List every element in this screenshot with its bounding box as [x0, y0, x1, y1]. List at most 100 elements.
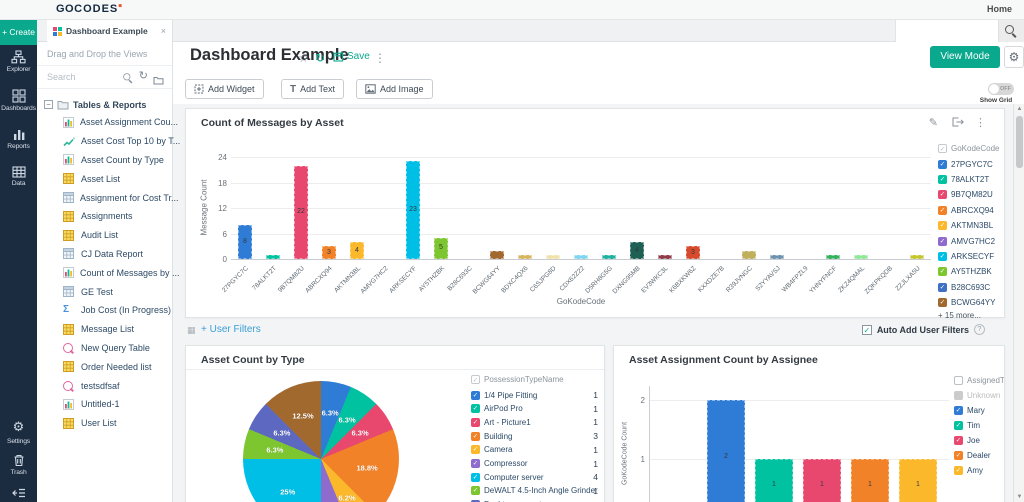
legend-color-checkbox[interactable]: ✓ [471, 404, 480, 413]
legend-item-b28c693c[interactable]: ✓B28C693C [938, 281, 990, 293]
bar-R39JVNGC[interactable] [742, 251, 756, 260]
favorite-star-icon[interactable]: ☆ [298, 51, 309, 65]
sidebar-item-assignment-for-cost-tr[interactable]: Assignment for Cost Tr... [37, 188, 172, 207]
legend-color-checkbox[interactable]: ✓ [471, 459, 480, 468]
legend-color-checkbox[interactable]: ✓ [938, 206, 947, 215]
auto-add-checkbox[interactable]: ✓ [862, 325, 872, 335]
refresh-icon[interactable]: ↻ [315, 51, 325, 65]
legend-item-dewalt-4-5-inch-angle-grinder[interactable]: ✓DeWALT 4.5-Inch Angle Grinder [471, 485, 598, 497]
sidebar-item-asset-cost-top-10-by-t[interactable]: Asset Cost Top 10 by T... [37, 132, 172, 151]
help-icon[interactable]: ? [974, 324, 985, 335]
bar-BCWG64YY[interactable] [490, 251, 504, 260]
legend-item-dealer[interactable]: ✓Dealer [954, 449, 991, 461]
bar-D5RH8G5G[interactable] [602, 255, 616, 259]
sidebar-item-asset-assignment-cou[interactable]: Asset Assignment Cou... [37, 113, 172, 132]
sidebar-item-asset-list[interactable]: Asset List [37, 169, 172, 188]
legend-item-aktmn3bl[interactable]: ✓AKTMN3BL [938, 220, 993, 232]
create-button[interactable]: + Create [0, 20, 37, 45]
save-button[interactable]: Save [333, 51, 370, 62]
legend-color-checkbox[interactable]: ✓ [938, 298, 947, 307]
refresh-icon[interactable]: ↻ [139, 71, 148, 82]
legend-color-checkbox[interactable]: ✓ [954, 451, 963, 460]
legend-color-checkbox[interactable]: ✓ [471, 473, 480, 482]
legend-color-checkbox[interactable]: ✓ [471, 445, 480, 454]
legend-color-checkbox[interactable]: ✓ [954, 406, 963, 415]
add-text-button[interactable]: T Add Text [281, 79, 344, 99]
legend-item-bcwg64yy[interactable]: ✓BCWG64YY [938, 297, 995, 309]
nav-data[interactable]: Data [0, 166, 37, 187]
legend-item-ay5thzbk[interactable]: ✓AY5THZBK [938, 266, 992, 278]
legend-item-desktop-computer[interactable]: ✓Desktop computer [471, 499, 549, 502]
sidebar-item-job-cost-in-progress[interactable]: ΣJob Cost (In Progress) [37, 301, 172, 320]
add-widget-button[interactable]: Add Widget [185, 79, 264, 99]
tree-folder-tables-reports[interactable]: − Tables & Reports [37, 96, 172, 113]
sidebar-item-testsdfsaf[interactable]: testsdfsaf [37, 376, 172, 395]
sidebar-item-asset-count-by-type[interactable]: Asset Count by Type [37, 151, 172, 170]
bar-mary[interactable] [707, 400, 745, 502]
legend-item-assignedto[interactable]: AssignedTo [954, 374, 1005, 386]
legend-color-checkbox[interactable]: ✓ [954, 421, 963, 430]
legend-item-airpod-pro[interactable]: ✓AirPod Pro [471, 403, 523, 415]
legend-item-tim[interactable]: ✓Tim [954, 419, 980, 431]
legend-item-arksecyf[interactable]: ✓ARKSECYF [938, 250, 994, 262]
bar-CDX62Z22[interactable] [574, 255, 588, 259]
legend-color-checkbox[interactable]: ✓ [471, 432, 480, 441]
scroll-up-icon[interactable]: ▲ [1014, 106, 1024, 112]
auto-add-user-filters[interactable]: ✓ Auto Add User Filters ? [862, 324, 985, 335]
bar-C6SJPG8D[interactable] [546, 255, 560, 259]
legend-color-checkbox[interactable]: ✓ [471, 418, 480, 427]
sidebar-item-ge-test[interactable]: GE Test [37, 282, 172, 301]
bar-78ALKT2T[interactable] [266, 255, 280, 259]
legend-color-checkbox[interactable]: ✓ [938, 252, 947, 261]
show-grid-toggle[interactable]: OFF [988, 83, 1014, 95]
sidebar-item-count-of-messages-by[interactable]: Count of Messages by ... [37, 263, 172, 282]
nav-reports[interactable]: Reports [0, 128, 37, 150]
legend-item-computer-server[interactable]: ✓Computer server [471, 471, 544, 483]
add-image-button[interactable]: Add Image [356, 79, 433, 99]
tab-dashboard-example[interactable]: Dashboard Example × [47, 20, 173, 42]
legend-color-checkbox[interactable]: ✓ [938, 221, 947, 230]
folder-icon[interactable] [153, 72, 164, 90]
global-search-button[interactable] [998, 20, 1024, 42]
legend-item-compressor[interactable]: ✓Compressor [471, 458, 528, 470]
legend-item-unknown[interactable]: Unknown [954, 389, 1000, 401]
legend-item-amy[interactable]: ✓Amy [954, 464, 983, 476]
sidebar-item-message-list[interactable]: Message List [37, 320, 172, 339]
legend-color-checkbox[interactable]: ✓ [938, 237, 947, 246]
checkbox-icon[interactable] [954, 376, 963, 385]
view-mode-button[interactable]: View Mode [930, 46, 1000, 68]
sidebar-search-input[interactable]: Search [47, 72, 76, 82]
legend-color-checkbox[interactable]: ✓ [954, 466, 963, 475]
checkbox-icon[interactable]: ✓ [938, 144, 947, 153]
add-user-filters-link[interactable]: + User Filters [201, 324, 261, 335]
search-icon[interactable] [122, 71, 134, 89]
asset-type-pie[interactable] [243, 381, 399, 502]
legend-item-abrcxq94[interactable]: ✓ABRCXQ94 [938, 204, 994, 216]
legend-item-gokodecode[interactable]: ✓GoKodeCode [938, 142, 999, 154]
legend-show-more[interactable]: + 15 more... [938, 311, 981, 320]
tab-close-icon[interactable]: × [161, 26, 166, 36]
nav-dashboards[interactable]: Dashboards [0, 89, 37, 112]
vertical-scrollbar[interactable]: ▲ ▼ [1013, 104, 1024, 502]
legend-color-checkbox[interactable]: ✓ [938, 160, 947, 169]
bar-ZKZ4QMAL[interactable] [854, 255, 868, 259]
legend-item-1-4-pipe-fitting[interactable]: ✓1/4 Pipe Fitting [471, 389, 537, 401]
legend-item-27pgyc7c[interactable]: ✓27PGYC7C [938, 158, 993, 170]
sidebar-item-audit-list[interactable]: Audit List [37, 226, 172, 245]
legend-color-checkbox[interactable]: ✓ [471, 486, 480, 495]
legend-item-joe[interactable]: ✓Joe [954, 434, 980, 446]
legend-color-checkbox[interactable] [954, 391, 963, 400]
legend-color-checkbox[interactable]: ✓ [938, 175, 947, 184]
sidebar-item-cj-data-report[interactable]: CJ Data Report [37, 245, 172, 264]
bar-ZZJLXA5U[interactable] [910, 255, 924, 259]
scrollbar-thumb[interactable] [1016, 116, 1023, 168]
bar-YHNYFNCF[interactable] [826, 255, 840, 259]
home-link[interactable]: Home [987, 4, 1012, 14]
checkbox-icon[interactable]: ✓ [471, 375, 480, 384]
scroll-down-icon[interactable]: ▼ [1014, 494, 1024, 500]
nav-trash[interactable]: Trash [0, 454, 37, 476]
legend-color-checkbox[interactable]: ✓ [938, 283, 947, 292]
legend-color-checkbox[interactable]: ✓ [938, 267, 947, 276]
bar-S2YYAVSJ[interactable] [770, 255, 784, 259]
bar-EV3WKC3L[interactable] [658, 255, 672, 259]
